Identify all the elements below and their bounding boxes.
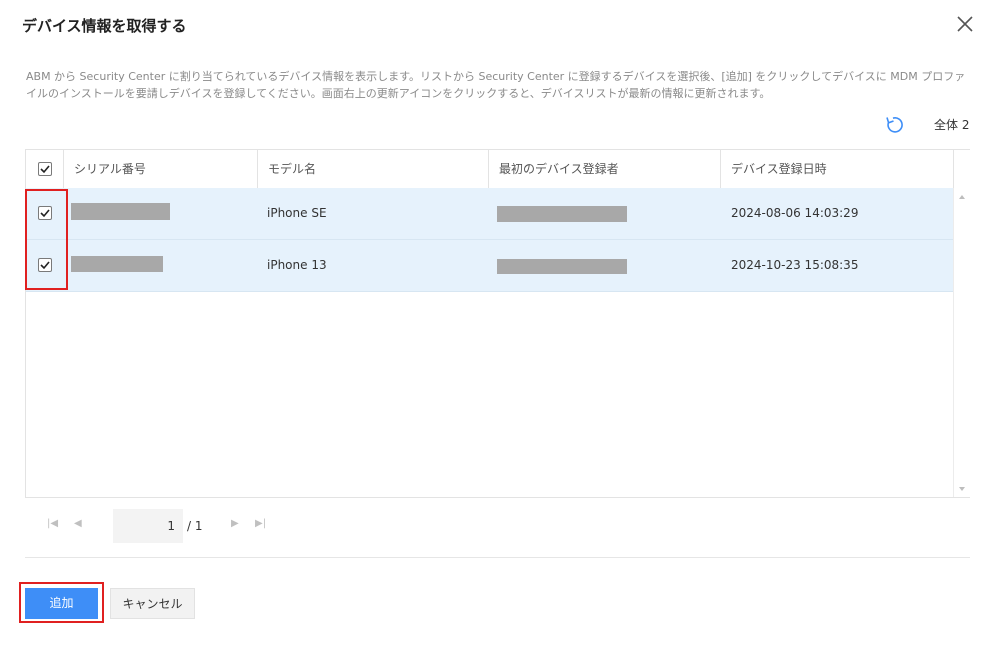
model-cell: iPhone SE [267,206,327,220]
prev-page-icon[interactable]: ◀ [74,518,82,529]
last-page-icon[interactable]: ▶| [255,518,266,529]
registrant-redacted [497,259,627,274]
column-serial[interactable]: シリアル番号 [63,150,257,188]
total-count: 全体 2 [934,118,970,132]
table-header: シリアル番号 モデル名 最初のデバイス登録者 デバイス登録日時 [26,150,970,189]
model-cell: iPhone 13 [267,258,327,272]
dialog-description: ABM から Security Center に割り当てられているデバイス情報を… [26,70,966,100]
close-icon [957,16,973,32]
date-cell: 2024-10-23 15:08:35 [731,258,859,272]
first-page-icon[interactable]: |◀ [47,518,58,529]
column-model[interactable]: モデル名 [257,150,488,188]
table-row[interactable]: iPhone 13 2024-10-23 15:08:35 [26,240,953,292]
row-checkbox[interactable] [38,258,52,272]
pagination: |◀ ◀ / 1 ▶ ▶| [25,509,970,543]
date-cell: 2024-08-06 14:03:29 [731,206,859,220]
close-button[interactable] [952,11,978,37]
scroll-up-icon [959,195,965,199]
checkbox-checked-icon [40,165,50,174]
row-checkbox[interactable] [38,206,52,220]
table-scrollbar[interactable] [953,188,970,497]
column-registrant[interactable]: 最初のデバイス登録者 [488,150,720,188]
footer-divider [25,557,970,558]
serial-redacted [71,203,170,220]
serial-redacted [71,256,163,272]
registrant-redacted [497,206,627,222]
table-row[interactable]: iPhone SE 2024-08-06 14:03:29 [26,188,953,240]
select-all-checkbox[interactable] [38,162,52,176]
refresh-button[interactable] [882,113,906,137]
page-number-input[interactable] [113,509,183,543]
column-registered-date[interactable]: デバイス登録日時 [720,150,953,188]
page-total: / 1 [187,519,203,533]
checkbox-checked-icon [40,209,50,218]
add-button[interactable]: 追加 [25,588,98,619]
refresh-icon [886,117,903,133]
column-spacer [953,150,970,188]
dialog-title: デバイス情報を取得する [22,17,187,35]
next-page-icon[interactable]: ▶ [231,518,239,529]
cancel-button[interactable]: キャンセル [110,588,195,619]
checkbox-checked-icon [40,261,50,270]
scroll-down-icon [959,487,965,491]
device-table: シリアル番号 モデル名 最初のデバイス登録者 デバイス登録日時 iPhone S… [25,149,970,498]
